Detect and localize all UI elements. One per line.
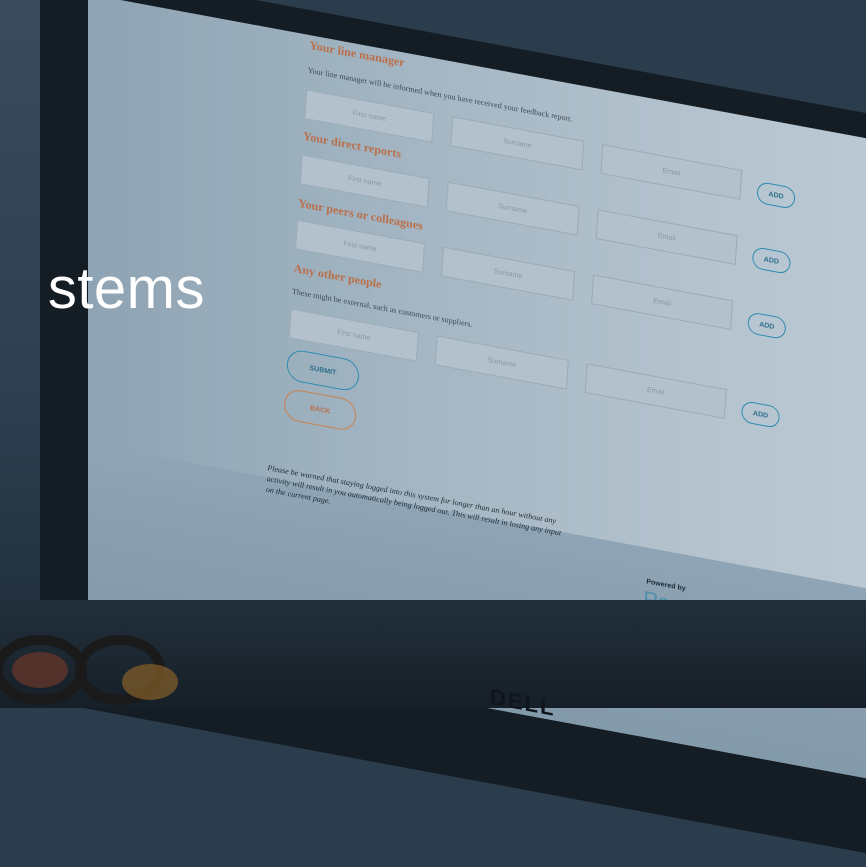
overlay-heading-text: stems [47,256,205,321]
glasses-decoration [0,635,178,705]
